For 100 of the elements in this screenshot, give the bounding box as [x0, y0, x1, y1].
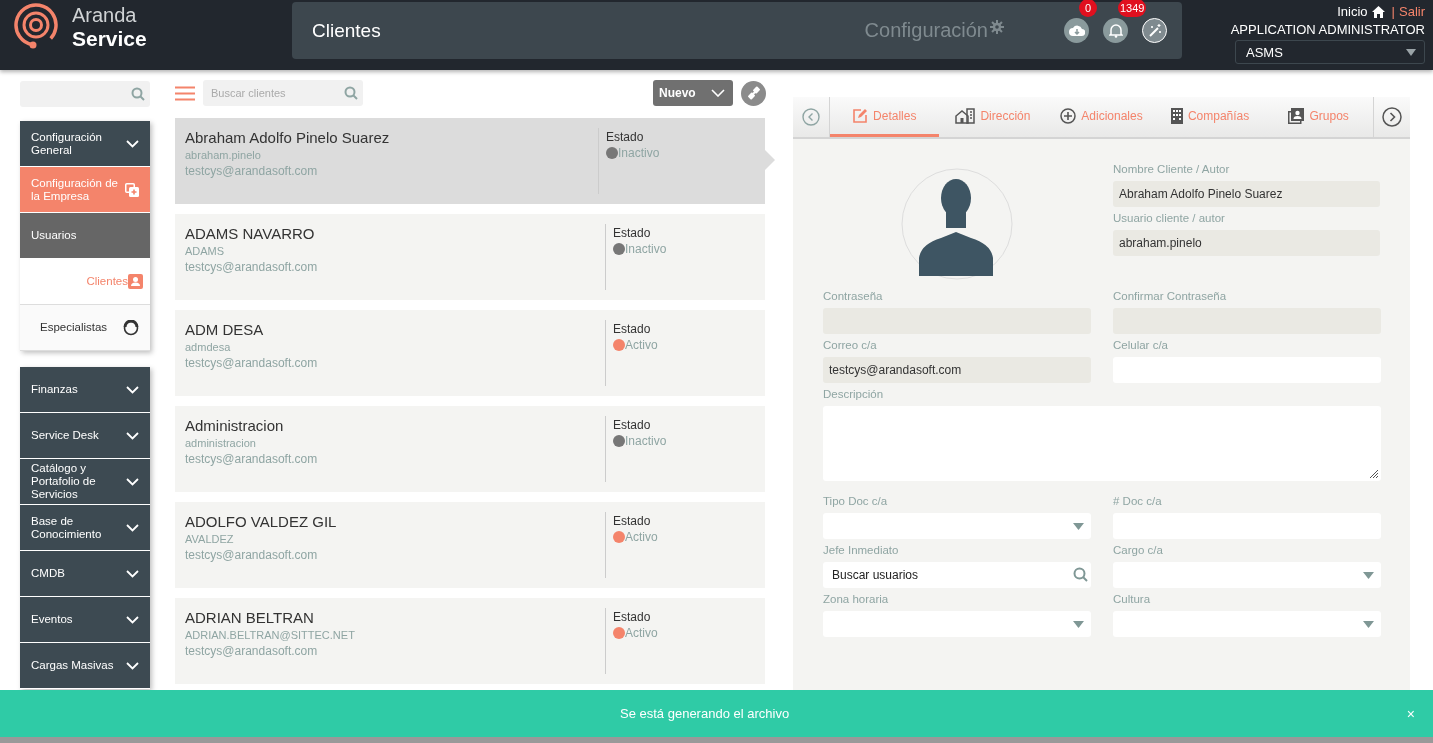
- client-email: testcys@arandasoft.com: [185, 164, 319, 178]
- plus-circle-icon: [1060, 107, 1077, 124]
- logo-text: Aranda: [72, 5, 138, 25]
- status-label: Estado: [606, 130, 645, 144]
- menu-label: Cargas Masivas: [31, 659, 114, 672]
- menu-item[interactable]: Catálogo y Portafolio de Servicios: [20, 459, 150, 505]
- dropdown-arrow-icon: [1073, 620, 1084, 628]
- client-email: testcys@arandasoft.com: [185, 452, 319, 466]
- chevron-down-icon: [126, 139, 139, 148]
- status-text: Activo: [625, 338, 658, 352]
- field-label: Descripción: [823, 388, 885, 400]
- menu-item[interactable]: Cargas Masivas: [20, 643, 150, 689]
- menu-item[interactable]: Service Desk: [20, 413, 150, 459]
- dropdown-arrow-icon: [1363, 571, 1374, 579]
- resize-grip-icon: [1368, 468, 1378, 478]
- status-label: Estado: [613, 514, 652, 528]
- search-icon: [1073, 567, 1088, 582]
- client-card[interactable]: Administracion administracion testcys@arandasoft.com Estado Inactivo: [175, 406, 765, 492]
- status-text: Inactivo: [618, 146, 660, 160]
- notification-badge: 1349: [1118, 0, 1147, 17]
- chevron-down-icon: [126, 431, 139, 440]
- search-icon: [344, 86, 358, 100]
- plug-icon: [746, 86, 761, 100]
- client-card[interactable]: ADRIAN BELTRAN ADRIAN.BELTRAN@SITTEC.NET testcys@arandasoft.com Estado Activo: [175, 598, 765, 684]
- chevron-down-icon: [711, 89, 725, 97]
- contacts-icon: [1288, 107, 1305, 124]
- search-field[interactable]: Buscar clientes: [203, 80, 363, 106]
- chevron-down-icon: [126, 385, 139, 394]
- search-field[interactable]: Buscar usuarios: [823, 562, 1091, 588]
- select-field[interactable]: [1113, 611, 1381, 637]
- client-name: Administracion: [185, 417, 285, 434]
- field-label: Usuario cliente / autor: [1113, 212, 1226, 224]
- text-area[interactable]: [823, 406, 1381, 481]
- menu-item[interactable]: Eventos: [20, 597, 150, 643]
- menu-item[interactable]: Configuración General: [20, 121, 150, 167]
- search-field[interactable]: [20, 81, 150, 107]
- menu-item[interactable]: Finanzas: [20, 367, 150, 413]
- face-icon: [123, 319, 139, 336]
- client-card[interactable]: ADOLFO VALDEZ GIL AVALDEZ testcys@arandasoft.com Estado Activo: [175, 502, 765, 588]
- menu-label: Usuarios: [31, 229, 77, 242]
- magic-wand-button[interactable]: [1142, 18, 1167, 43]
- chevron-down-icon: [126, 615, 139, 624]
- client-email: testcys@arandasoft.com: [185, 548, 319, 562]
- status-label: Estado: [613, 322, 652, 336]
- client-username: abraham.pinelo: [185, 149, 262, 161]
- logo-icon: [12, 3, 60, 51]
- field-label: Jefe Inmediato: [823, 544, 900, 556]
- user-name: APPLICATION ADMINISTRATOR: [1230, 22, 1425, 37]
- notification-badge: 0: [1079, 0, 1097, 17]
- select-field[interactable]: [1113, 562, 1381, 588]
- project-select[interactable]: ASMS: [1235, 40, 1425, 64]
- client-name: Abraham Adolfo Pinelo Suarez: [185, 129, 391, 146]
- status-label: Estado: [613, 610, 652, 624]
- home-link[interactable]: Inicio: [1337, 4, 1368, 19]
- client-email: testcys@arandasoft.com: [185, 356, 319, 370]
- building-icon: [1170, 107, 1183, 124]
- menu-label: Clientes: [86, 275, 128, 288]
- home-icon: [1371, 5, 1385, 18]
- field-label: Celular c/a: [1113, 339, 1169, 351]
- field-label: Confirmar Contraseña: [1113, 290, 1228, 302]
- client-card[interactable]: Abraham Adolfo Pinelo Suarez abraham.pinelo testcys@arandasoft.com Estado Inactivo: [175, 118, 765, 204]
- chevron-down-icon: [126, 477, 139, 486]
- menu-label: CMDB: [31, 567, 65, 580]
- logo-text: Service: [72, 28, 147, 49]
- client-name: ADRIAN BELTRAN: [185, 609, 315, 626]
- menu-item[interactable]: Usuarios: [20, 213, 150, 259]
- buildings-icon: [955, 107, 976, 124]
- contact-card-icon: [128, 274, 143, 289]
- field-label: Contraseña: [823, 290, 884, 302]
- menu-label: Especialistas: [40, 321, 108, 334]
- menu-item[interactable]: Base de Conocimiento: [20, 505, 150, 551]
- bell-icon: [1108, 23, 1123, 38]
- dropdown-arrow-icon: [1073, 522, 1084, 530]
- client-name: ADM DESA: [185, 321, 265, 338]
- menu-item[interactable]: Especialistas: [20, 305, 150, 351]
- gear-icon: [990, 19, 1004, 34]
- select-field[interactable]: [823, 611, 1091, 637]
- plug-button[interactable]: [741, 80, 766, 106]
- chevron-down-icon: [126, 569, 139, 578]
- client-card[interactable]: ADAMS NAVARRO ADAMS testcys@arandasoft.com Estado Inactivo: [175, 214, 765, 300]
- status-text: Activo: [625, 530, 658, 544]
- magic-wand-icon: [1147, 23, 1162, 38]
- dropdown-arrow-icon: [1406, 48, 1416, 56]
- menu-icon[interactable]: [175, 85, 195, 101]
- client-card[interactable]: ADM DESA admdesa testcys@arandasoft.com Estado Activo: [175, 310, 765, 396]
- cloud-download-icon: [1068, 23, 1085, 38]
- field-label: Correo c/a: [823, 339, 878, 351]
- new-button[interactable]: Nuevo: [653, 80, 733, 106]
- notifications-button[interactable]: [1103, 18, 1128, 43]
- status-label: Estado: [613, 418, 652, 432]
- select-field[interactable]: [823, 513, 1091, 539]
- menu-label: Service Desk: [31, 429, 99, 442]
- client-username: admdesa: [185, 341, 232, 353]
- logout-link[interactable]: Salir: [1399, 4, 1425, 19]
- menu-label: Finanzas: [31, 383, 78, 396]
- module-title: Configuración: [864, 19, 988, 42]
- separator: |: [1391, 4, 1395, 19]
- download-button[interactable]: [1064, 18, 1089, 43]
- menu-item[interactable]: CMDB: [20, 551, 150, 597]
- chevron-down-icon: [126, 523, 139, 532]
